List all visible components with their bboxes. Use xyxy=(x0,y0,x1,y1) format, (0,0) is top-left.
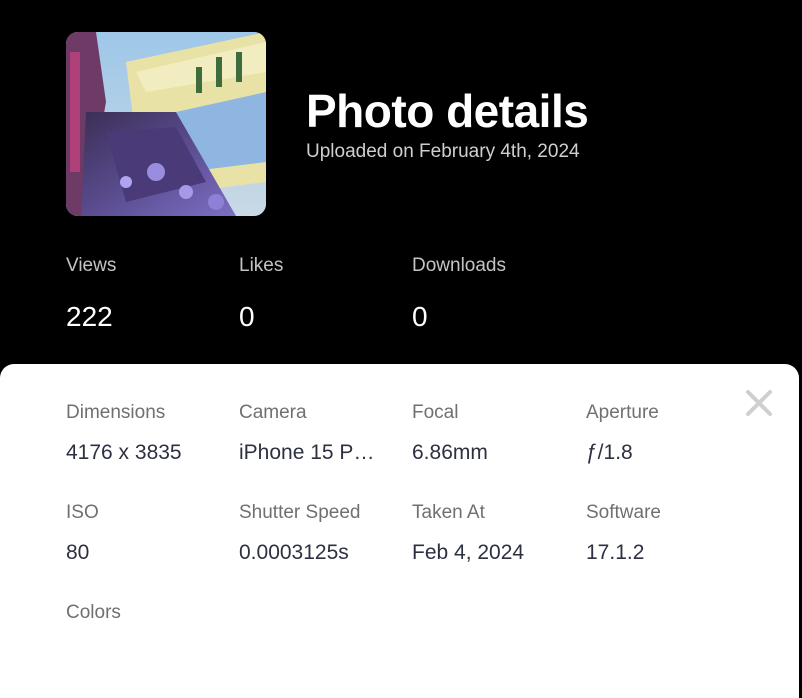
detail-value: 6.86mm xyxy=(412,441,488,464)
detail-label: Aperture xyxy=(586,402,659,423)
detail-label: Colors xyxy=(66,602,121,623)
stat-likes: Likes 0 xyxy=(239,254,283,334)
detail-aperture: Aperture ƒ/1.8 xyxy=(586,401,736,466)
detail-value: ƒ/1.8 xyxy=(586,441,633,464)
upload-date: Uploaded on February 4th, 2024 xyxy=(306,141,580,162)
detail-iso: ISO 80 xyxy=(66,501,216,566)
detail-focal: Focal 6.86mm xyxy=(412,401,562,466)
detail-taken-at: Taken At Feb 4, 2024 xyxy=(412,501,562,566)
stat-label: Downloads xyxy=(412,255,506,276)
photo-thumbnail[interactable] xyxy=(66,32,266,216)
stat-value: 222 xyxy=(66,301,113,332)
close-button[interactable] xyxy=(744,388,774,418)
detail-shutter-speed: Shutter Speed 0.0003125s xyxy=(239,501,389,566)
detail-label: Software xyxy=(586,502,661,523)
detail-value: 17.1.2 xyxy=(586,541,645,564)
detail-camera: Camera iPhone 15 Pro Max xyxy=(239,401,389,466)
detail-value: 0.0003125s xyxy=(239,541,349,564)
detail-label: Taken At xyxy=(412,502,485,523)
detail-label: Camera xyxy=(239,402,307,423)
detail-label: Dimensions xyxy=(66,402,166,423)
detail-software: Software 17.1.2 xyxy=(586,501,736,566)
close-icon xyxy=(746,390,772,416)
detail-label: Shutter Speed xyxy=(239,502,361,523)
stat-value: 0 xyxy=(239,301,255,332)
detail-value: 80 xyxy=(66,541,90,564)
stat-downloads: Downloads 0 xyxy=(412,254,506,334)
stat-label: Likes xyxy=(239,255,284,276)
photo-thumbnail-image xyxy=(66,32,266,216)
detail-label: Focal xyxy=(412,402,459,423)
detail-label: ISO xyxy=(66,502,99,523)
page-title: Photo details xyxy=(306,85,589,137)
detail-dimensions: Dimensions 4176 x 3835 xyxy=(66,401,216,466)
detail-value: Feb 4, 2024 xyxy=(412,541,525,564)
stat-value: 0 xyxy=(412,301,428,332)
stat-label: Views xyxy=(66,255,117,276)
detail-value: 4176 x 3835 xyxy=(66,441,182,464)
detail-colors: Colors xyxy=(66,601,216,625)
stat-views: Views 222 xyxy=(66,254,116,334)
detail-value: iPhone 15 Pro Max xyxy=(239,441,377,464)
photo-details-page: Photo details Uploaded on February 4th, … xyxy=(0,0,802,698)
